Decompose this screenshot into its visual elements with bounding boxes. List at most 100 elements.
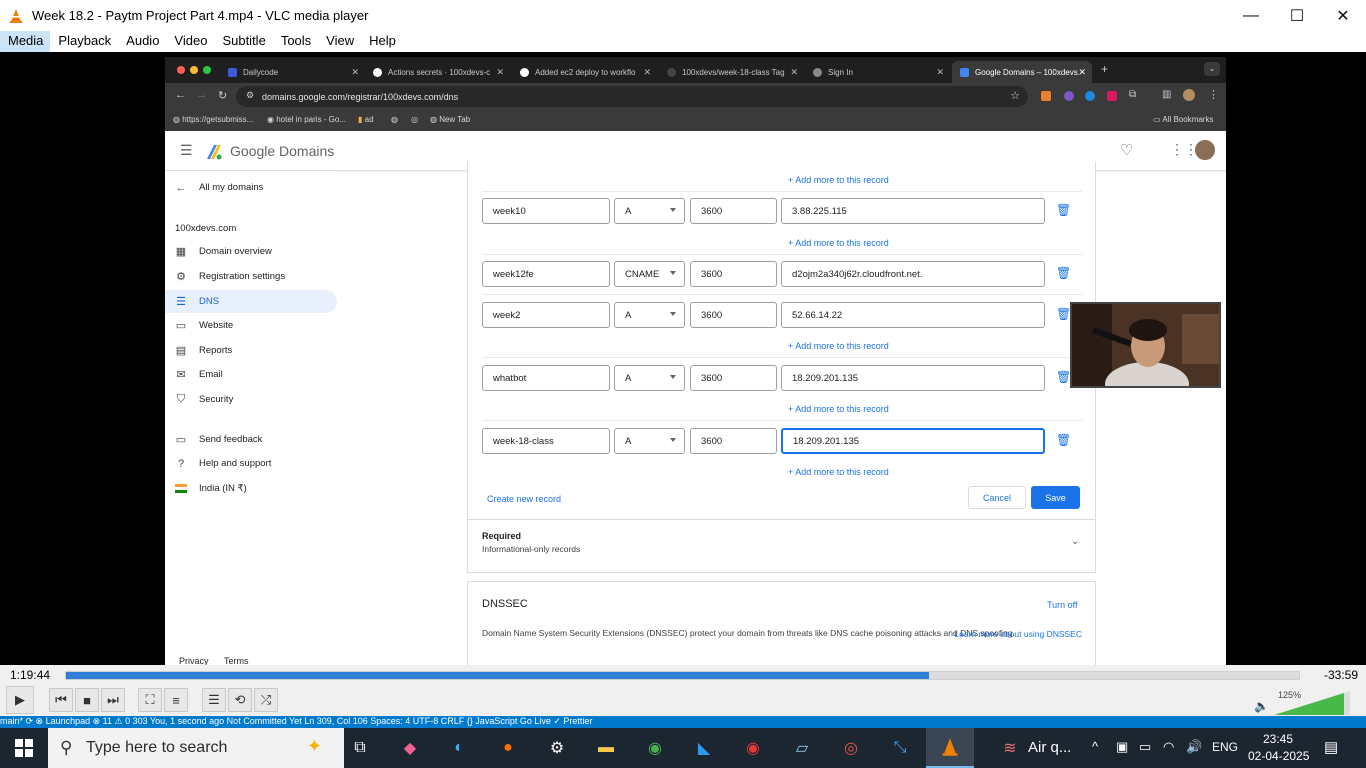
battery-icon[interactable]: ▭ (1139, 739, 1151, 755)
minimize-button[interactable]: — (1228, 0, 1274, 31)
weather-widget[interactable]: Air q... (1028, 739, 1071, 756)
record-name-field[interactable]: whatbot (482, 365, 610, 391)
sidebar-item-help[interactable]: ? Help and support (165, 452, 337, 475)
bookmark-item[interactable]: ◎ (411, 115, 418, 124)
record-type-select[interactable]: A (614, 198, 685, 224)
menu-subtitle[interactable]: Subtitle (214, 31, 272, 52)
menu-media[interactable]: Media (0, 31, 51, 52)
menu-audio[interactable]: Audio (118, 31, 166, 52)
dnssec-learn-more-link[interactable]: Learn more about using DNSSEC (482, 628, 1082, 640)
browser-tab[interactable]: Sign In ✕ (805, 61, 950, 83)
file-explorer-icon[interactable]: ▬ (594, 736, 618, 760)
language-indicator[interactable]: ENG (1212, 740, 1238, 754)
record-name-field[interactable]: week2 (482, 302, 610, 328)
seek-bar[interactable] (65, 671, 1300, 680)
extension-icon[interactable] (1085, 91, 1095, 101)
record-name-field[interactable]: week10 (482, 198, 610, 224)
record-type-select[interactable]: A (614, 302, 685, 328)
extended-settings-button[interactable]: ≡ (164, 688, 188, 712)
menu-view[interactable]: View (318, 31, 361, 52)
tab-close-icon[interactable]: ✕ (790, 67, 798, 78)
taskbar-search-input[interactable]: ⚲ Type here to search ✦ (48, 728, 344, 768)
back-icon[interactable]: ← (175, 89, 186, 101)
record-name-field[interactable]: week-18-class (482, 428, 610, 454)
menu-playback[interactable]: Playback (50, 31, 118, 52)
notepad-icon[interactable]: ▱ (790, 736, 814, 760)
browser-tab[interactable]: Actions secrets · 100xdevs-c ✕ (365, 61, 510, 83)
bookmark-item[interactable]: ◉ hotel in paris - Go... (267, 115, 346, 124)
privacy-link[interactable]: Privacy (179, 656, 209, 665)
menu-help[interactable]: Help (361, 31, 403, 52)
cancel-button[interactable]: Cancel (968, 486, 1026, 509)
record-data-field[interactable]: 18.209.201.135 (781, 365, 1045, 391)
add-more-link[interactable]: + Add more to this record (788, 467, 889, 477)
tab-close-icon[interactable]: ✕ (351, 67, 359, 78)
vscode-icon[interactable]: ◣ (692, 736, 716, 760)
sidebar-item-email[interactable]: ✉ Email (165, 363, 337, 386)
tab-search-icon[interactable]: ⌄ (1204, 62, 1220, 76)
menu-tools[interactable]: Tools (273, 31, 318, 52)
maximize-button[interactable]: ☐ (1274, 0, 1320, 31)
back-to-domains[interactable]: ← All my domains (165, 176, 337, 199)
record-type-select[interactable]: A (614, 428, 685, 454)
save-button[interactable]: Save (1031, 486, 1080, 509)
chevron-up-icon[interactable]: ^ (1092, 739, 1098, 754)
notification-icon[interactable]: ▤ (1324, 738, 1338, 756)
delete-icon[interactable]: 🗑 (1056, 203, 1071, 217)
sidebar-item-domain-overview[interactable]: ▦ Domain overview (165, 240, 337, 263)
add-more-link[interactable]: + Add more to this record (788, 404, 889, 414)
bookmark-item[interactable]: ◍ New Tab (430, 115, 470, 124)
favorite-heart-icon[interactable]: ♡ (1120, 141, 1133, 159)
side-panel-icon[interactable]: ▥ (1162, 89, 1171, 100)
record-ttl-field[interactable]: 3600 (690, 261, 777, 287)
record-data-field[interactable]: 3.88.225.115 (781, 198, 1045, 224)
browser-tab[interactable]: Dailycode ✕ (220, 61, 365, 83)
record-data-field-focused[interactable]: 18.209.201.135 (781, 428, 1045, 454)
record-type-select[interactable]: CNAME (614, 261, 685, 287)
menu-video[interactable]: Video (166, 31, 214, 52)
record-ttl-field[interactable]: 3600 (690, 365, 777, 391)
vlc-taskbar-button[interactable] (926, 728, 974, 768)
delete-icon[interactable]: 🗑 (1056, 266, 1071, 280)
sidebar-item-reports[interactable]: ▤ Reports (165, 339, 337, 362)
site-info-icon[interactable]: ⚙ (246, 90, 254, 101)
record-data-field[interactable]: d2ojm2a340j62r.cloudfront.net. (781, 261, 1045, 287)
browser-tab[interactable]: 100xdevs/week-18-class Tag ✕ (659, 61, 804, 83)
add-more-link[interactable]: + Add more to this record (788, 341, 889, 351)
close-button[interactable]: ✕ (1320, 0, 1366, 31)
chrome-icon[interactable]: ◉ (643, 736, 667, 760)
record-ttl-field[interactable]: 3600 (690, 428, 777, 454)
delete-icon[interactable]: 🗑 (1056, 433, 1071, 447)
account-avatar[interactable] (1193, 138, 1217, 162)
record-type-select[interactable]: A (614, 365, 685, 391)
stop-button[interactable]: ■ (75, 688, 99, 712)
bookmark-item[interactable]: ▮ ad (358, 115, 374, 124)
extension-icon[interactable] (1041, 91, 1051, 101)
record-data-field[interactable]: 52.66.14.22 (781, 302, 1045, 328)
play-button[interactable]: ▶ (6, 686, 34, 714)
sidebar-item-website[interactable]: ▭ Website (165, 314, 337, 337)
volume-speaker-icon[interactable]: 🔈 (1254, 699, 1269, 713)
bookmark-star-icon[interactable]: ☆ (1010, 89, 1020, 102)
clock-time[interactable]: 23:45 (1263, 732, 1293, 746)
new-tab-icon[interactable]: + (1101, 62, 1108, 76)
url-input[interactable]: ⚙ domains.google.com/registrar/100xdevs.… (236, 86, 1028, 107)
all-bookmarks[interactable]: ▭ All Bookmarks (1153, 115, 1213, 124)
delete-icon[interactable]: 🗑 (1056, 307, 1071, 321)
task-view-icon[interactable]: ⧉ (348, 736, 372, 760)
sidebar-item-locale[interactable]: India (IN ₹) (165, 477, 337, 500)
terms-link[interactable]: Terms (224, 656, 249, 665)
sidebar-item-dns[interactable]: ☰ DNS (165, 290, 337, 313)
chrome-profile-icon[interactable]: ◉ (741, 736, 765, 760)
speaker-icon[interactable]: 🔊 (1186, 739, 1202, 755)
extension-icon[interactable] (1107, 91, 1117, 101)
bookmark-item[interactable]: ◍ https://getsubmiss... (173, 115, 253, 124)
edge-icon[interactable]: ◐ (447, 736, 471, 760)
fullscreen-button[interactable]: ⛶ (138, 688, 162, 712)
app-icon[interactable]: ◎ (839, 736, 863, 760)
shuffle-button[interactable]: ⤮ (254, 688, 278, 712)
record-ttl-field[interactable]: 3600 (690, 198, 777, 224)
dnssec-turn-off-button[interactable]: Turn off (1047, 600, 1078, 610)
add-more-link[interactable]: + Add more to this record (788, 238, 889, 248)
record-name-field[interactable]: week12fe (482, 261, 610, 287)
